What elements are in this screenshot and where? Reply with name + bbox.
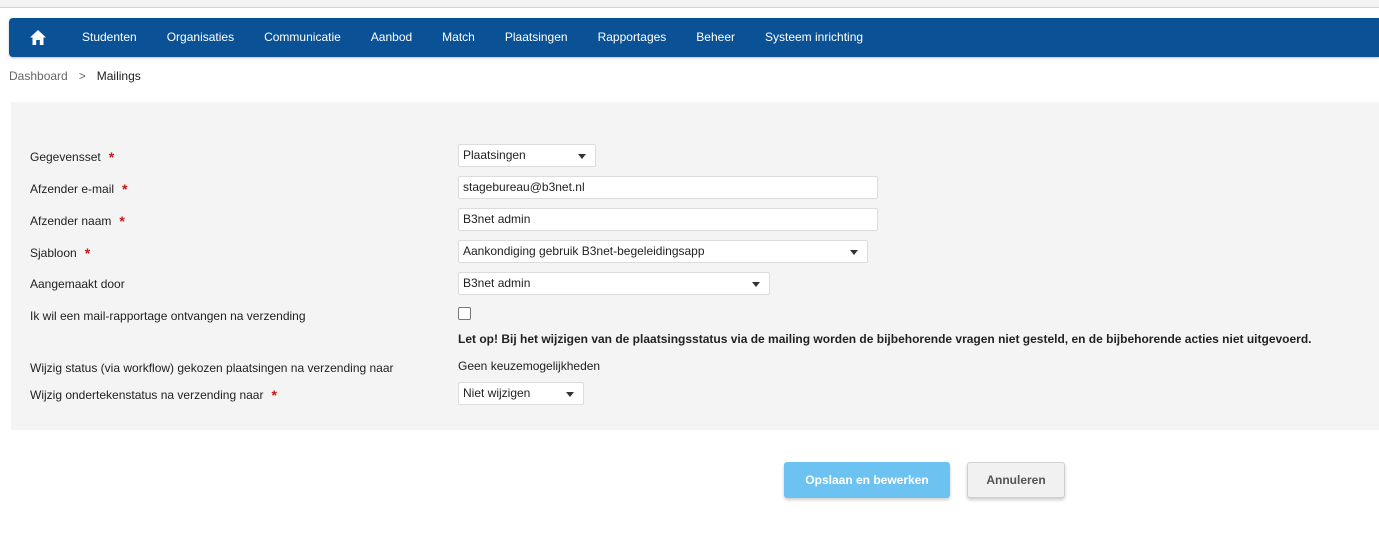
sign-status-value: Niet wijzigen xyxy=(463,386,531,400)
nav-item-communicatie[interactable]: Communicatie xyxy=(249,18,356,57)
home-icon xyxy=(30,30,46,45)
browser-top-strip xyxy=(0,0,1379,8)
main-navbar: Studenten Organisaties Communicatie Aanb… xyxy=(9,18,1379,57)
template-value: Aankondiging gebruik B3net-begeleidingsa… xyxy=(463,244,705,258)
sender-email-label: Afzender e-mail * xyxy=(30,181,128,197)
row-sender-name: Afzender naam * B3net admin xyxy=(30,208,1360,232)
row-status-change: Wijzig status (via workflow) gekozen pla… xyxy=(30,356,1360,380)
breadcrumb: Dashboard > Mailings xyxy=(9,69,141,83)
nav-item-systeem-inrichting[interactable]: Systeem inrichting xyxy=(750,18,878,57)
sign-status-label: Wijzig ondertekenstatus na verzending na… xyxy=(30,387,277,403)
dataset-label: Gegevensset * xyxy=(30,149,115,165)
nav-home-button[interactable] xyxy=(9,18,67,57)
row-sender-email: Afzender e-mail * stagebureau@b3net.nl xyxy=(30,176,1360,200)
sender-name-label: Afzender naam * xyxy=(30,213,125,229)
nav-item-match[interactable]: Match xyxy=(427,18,490,57)
created-by-label: Aangemaakt door xyxy=(30,277,125,291)
chevron-down-icon xyxy=(566,392,574,397)
sender-name-value: B3net admin xyxy=(463,212,531,226)
template-label: Sjabloon * xyxy=(30,245,91,261)
required-marker: * xyxy=(108,149,115,165)
sender-email-input[interactable]: stagebureau@b3net.nl xyxy=(458,176,878,199)
required-marker: * xyxy=(119,213,125,229)
nav-item-rapportages[interactable]: Rapportages xyxy=(583,18,682,57)
sender-name-input[interactable]: B3net admin xyxy=(458,208,878,231)
breadcrumb-current: Mailings xyxy=(96,69,141,83)
nav-item-aanbod[interactable]: Aanbod xyxy=(356,18,427,57)
report-checkbox[interactable] xyxy=(458,307,471,320)
created-by-value: B3net admin xyxy=(463,276,531,290)
nav-item-organisaties[interactable]: Organisaties xyxy=(152,18,249,57)
required-marker: * xyxy=(271,387,277,403)
status-change-label: Wijzig status (via workflow) gekozen pla… xyxy=(30,361,394,375)
sender-email-value: stagebureau@b3net.nl xyxy=(463,180,585,194)
save-and-edit-button[interactable]: Opslaan en bewerken xyxy=(784,462,950,498)
mailing-form-panel: Gegevensset * Plaatsingen Afzender e-mail… xyxy=(11,102,1379,430)
sign-status-select[interactable]: Niet wijzigen xyxy=(458,382,584,405)
row-template: Sjabloon * Aankondiging gebruik B3net-beg… xyxy=(30,240,1360,264)
status-warning-text: Let op! Bij het wijzigen van de plaatsin… xyxy=(458,332,1312,346)
row-created-by: Aangemaakt door B3net admin xyxy=(30,272,1360,296)
created-by-select[interactable]: B3net admin xyxy=(458,272,770,295)
row-sign-status: Wijzig ondertekenstatus na verzending na… xyxy=(30,382,1360,406)
chevron-down-icon xyxy=(752,282,760,287)
report-label: Ik wil een mail-rapportage ontvangen na … xyxy=(30,309,306,323)
cancel-button[interactable]: Annuleren xyxy=(967,462,1065,498)
dataset-value: Plaatsingen xyxy=(463,148,526,162)
breadcrumb-separator: > xyxy=(78,69,86,83)
status-change-value: Geen keuzemogelijkheden xyxy=(458,359,601,373)
template-select[interactable]: Aankondiging gebruik B3net-begeleidingsa… xyxy=(458,240,868,263)
nav-item-beheer[interactable]: Beheer xyxy=(681,18,750,57)
required-marker: * xyxy=(84,245,91,261)
row-report: Ik wil een mail-rapportage ontvangen na … xyxy=(30,304,1360,328)
dataset-select[interactable]: Plaatsingen xyxy=(458,144,596,167)
breadcrumb-dashboard-link[interactable]: Dashboard xyxy=(9,69,68,83)
required-marker: * xyxy=(122,181,128,197)
nav-item-plaatsingen[interactable]: Plaatsingen xyxy=(490,18,583,57)
row-dataset: Gegevensset * Plaatsingen xyxy=(30,144,1360,168)
chevron-down-icon xyxy=(850,250,858,255)
chevron-down-icon xyxy=(578,154,586,159)
nav-item-studenten[interactable]: Studenten xyxy=(67,18,152,57)
